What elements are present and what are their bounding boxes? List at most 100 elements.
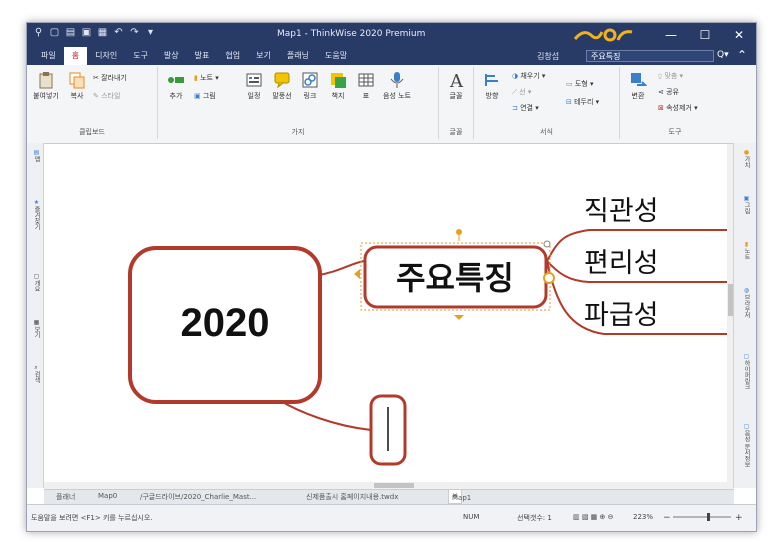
copy-button[interactable]: 복사 [65,71,89,101]
subtopic-1[interactable]: 직관성 [584,196,659,227]
redo-icon[interactable]: ↷ [129,27,140,38]
convert-button[interactable]: 변환 [626,71,650,101]
zoom-slider-graphic: − + [663,513,743,523]
menu-view[interactable]: 보기 [248,47,279,65]
shape-icon: ▭ [566,80,575,88]
menu-collaboration[interactable]: 협업 [217,47,248,65]
globe-icon: ◍ [743,287,750,294]
tab-google-drive-map[interactable]: /구글드라이브/2020_Charlie_Mast... [140,492,256,502]
close-button[interactable]: ✕ [722,23,756,47]
picture-button[interactable]: ▣ 그림 [194,91,216,101]
open-file-icon[interactable]: ▤ [65,27,76,38]
note-button[interactable]: ▮ 노트 ▾ [194,73,219,83]
undo-icon[interactable]: ↶ [113,27,124,38]
fill-button[interactable]: ◑ 채우기 ▾ [512,71,545,81]
menu-help[interactable]: 도움말 [317,47,355,65]
expand-down-handle[interactable] [454,315,464,320]
right-tab-voice-docinfo[interactable]: ▢음성 문서정보 [739,423,751,468]
mindmap-icon[interactable]: ⚲ [33,27,44,38]
attach-button[interactable]: 책지 [326,71,350,101]
right-tab-note[interactable]: ▮노트 [739,241,751,260]
clear-attr-button[interactable]: ⊠ 속성제거 ▾ [658,103,698,113]
horizontal-scroll-thumb[interactable] [374,483,414,488]
expand-left-handle[interactable] [354,269,360,279]
collapse-handle[interactable] [543,272,555,284]
cut-button[interactable]: ✂ 잘라내기 [93,73,127,83]
document-info-icon: ▢ [743,423,750,430]
zoom-slider[interactable]: − + [663,511,743,525]
outline-button[interactable]: 일정 [242,71,266,101]
format-group: 방향 ◑ 채우기 ▾ ⟋ 선 ▾ ⊐ 연결 ▾ ▭ 도형 ▾ ⊟ 테두리 ▾ 서… [474,67,620,139]
menu-presentation[interactable]: 발표 [187,47,218,65]
new-file-icon[interactable]: ▢ [49,27,60,38]
left-tab-outline[interactable]: ▢개요 [29,273,41,292]
menu-home[interactable]: 홈 [63,47,88,65]
connect-button[interactable]: ⊐ 연결 ▾ [512,103,539,113]
left-tab-search[interactable]: ⌕검색 [29,365,41,383]
tools-group-label: 도구 [668,128,682,136]
link-icon [302,72,318,88]
menu-ideation[interactable]: 발상 [156,47,187,65]
border-button[interactable]: ⊟ 테두리 ▾ [566,97,599,107]
horizontal-scrollbar[interactable] [44,482,734,489]
map-canvas[interactable]: 2020 주요특징 직관성 편리성 파급성 [44,144,727,482]
subtopic-3[interactable]: 파급성 [584,300,659,331]
menu-planning[interactable]: 플래닝 [279,47,317,65]
tab-map1[interactable]: Map1 ✕ [448,490,471,504]
menu-file[interactable]: 파일 [33,47,64,65]
status-bar: 도움말을 보려면 <F1> 키를 누르십시오. NUM 선택갯수: 1 ▥ ▧ … [27,504,756,531]
maximize-button[interactable]: ☐ [688,23,722,47]
search-input[interactable]: 주요특징 [586,50,714,62]
subtopic-2[interactable]: 편리성 [584,248,659,279]
user-name[interactable]: 김창섭 [537,51,559,62]
hyperlink-icon: ▢ [743,353,750,360]
svg-text:−: − [663,513,671,523]
callout-icon [274,72,290,89]
search-icon[interactable]: Q▾ [717,50,729,60]
add-branch-button[interactable]: 추가 [164,71,188,101]
view-mode-icons[interactable]: ▥ ▧ ▦ ⊕ ⊖ [573,513,613,521]
picture-icon: ▣ [194,92,203,100]
voice-note-button[interactable]: 음성 노트 [382,71,412,101]
zoom-slider-thumb[interactable] [707,513,710,521]
table-button[interactable]: 표 [354,71,378,101]
left-tab-view[interactable]: ▦보기 [29,319,41,338]
spell-button[interactable]: ⍜ 맞춤 ▾ [658,71,683,81]
font-button[interactable]: A 글꼴 [443,71,469,101]
outline-icon: ▢ [33,273,40,280]
share-button[interactable]: ⋖ 공유 [658,87,679,97]
minimize-button[interactable]: — [654,23,688,47]
tab-product-launch[interactable]: 신제품출시 홈페이지내용.twdx [306,492,398,502]
right-tab-picture[interactable]: ▣그림 [739,195,751,214]
customize-dropdown-icon[interactable]: ▾ [145,27,156,38]
right-tab-hyperlink[interactable]: ▢하이퍼링크 [739,353,751,390]
left-tab-favorites[interactable]: ★즐겨찾기 [29,199,41,230]
brush-icon: ✎ [93,92,102,100]
tab-planner[interactable]: 플래너 [56,492,75,502]
share-icon: ⋖ [658,88,667,96]
menu-tools[interactable]: 도구 [125,47,156,65]
left-tab-map[interactable]: ▤맵 [29,149,41,162]
print-icon[interactable]: ▦ [97,27,108,38]
menu-design[interactable]: 디자인 [87,47,125,65]
view-icon: ▦ [33,319,40,326]
line-button[interactable]: ⟋ 선 ▾ [512,87,531,97]
direction-button[interactable]: 방향 [480,71,504,101]
add-branch-icon [168,77,184,83]
right-tab-value[interactable]: ●가치 [739,149,751,168]
central-topic-text: 2020 [181,301,270,345]
window-title: Map1 - ThinkWise 2020 Premium [277,29,426,39]
style-button[interactable]: ✎ 스타일 [93,91,120,101]
star-icon: ★ [33,199,40,206]
link-button[interactable]: 링크 [298,71,322,101]
rotate-handle[interactable] [456,229,462,235]
left-side-panel: ▤맵 ★즐겨찾기 ▢개요 ▦보기 ⌕검색 [27,143,44,488]
shape-button[interactable]: ▭ 도형 ▾ [566,79,593,89]
tab-map0[interactable]: Map0 [98,492,117,500]
right-tab-browser[interactable]: ◍브라우저 [739,287,751,318]
paste-button[interactable]: 붙여넣기 [31,71,61,101]
resize-handle-top-right[interactable] [543,240,551,248]
collapse-ribbon-icon[interactable]: ⌃ [737,48,747,62]
callout-button[interactable]: 말풍선 [270,71,294,101]
save-icon[interactable]: ▣ [81,27,92,38]
